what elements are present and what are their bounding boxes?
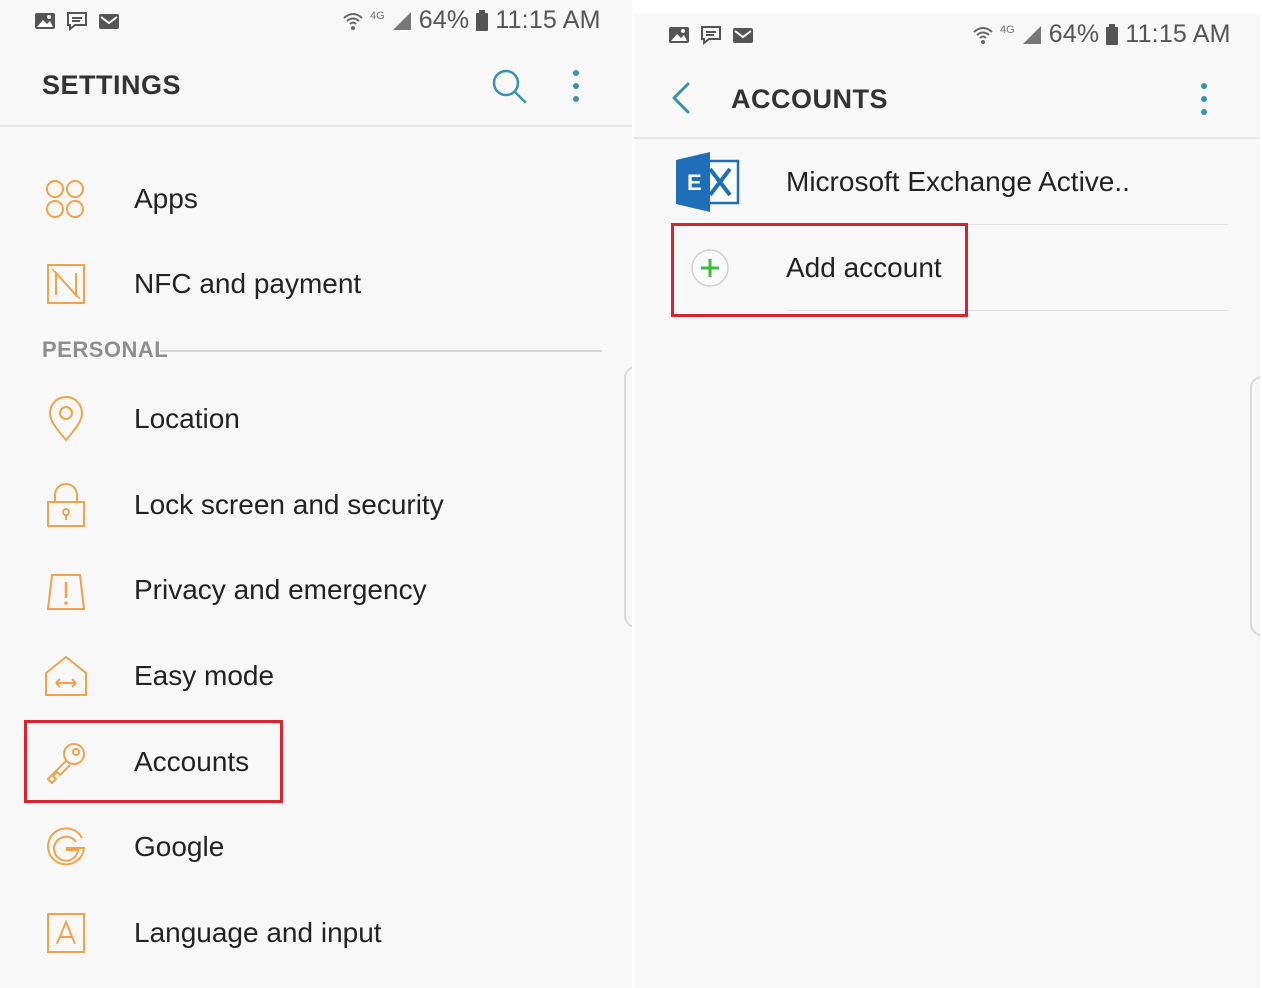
status-bar: 4G 64% 11:15 AM xyxy=(634,14,1260,58)
account-item-exchange[interactable]: E Microsoft Exchange Active.. xyxy=(634,142,1260,226)
back-arrow-icon[interactable] xyxy=(668,81,694,115)
signal-icon xyxy=(1022,25,1041,44)
settings-item-label: Apps xyxy=(134,183,198,214)
battery-icon xyxy=(1106,23,1119,45)
wifi-icon xyxy=(343,12,363,30)
settings-item-label: Google xyxy=(134,831,225,862)
status-bar: 4G 64% 11:15 AM xyxy=(0,0,632,44)
signal-icon xyxy=(392,11,411,30)
language-icon xyxy=(47,913,85,953)
clock: 11:15 AM xyxy=(1125,20,1231,48)
search-icon[interactable] xyxy=(490,66,528,106)
appbar-divider xyxy=(634,137,1260,139)
panel-edge xyxy=(624,366,632,628)
settings-item-google[interactable]: Google xyxy=(0,805,632,891)
section-header-personal: PERSONAL xyxy=(42,337,169,362)
battery-icon xyxy=(476,9,489,31)
gallery-icon xyxy=(35,13,55,29)
settings-item-nfc[interactable]: NFC and payment xyxy=(0,242,632,328)
panel-edge xyxy=(1250,376,1260,636)
accounts-highlight-box xyxy=(24,720,283,803)
exchange-icon: E xyxy=(676,152,740,212)
home-icon xyxy=(45,655,87,696)
nfc-icon xyxy=(47,264,85,304)
wifi-icon xyxy=(973,26,993,44)
page-title: ACCOUNTS xyxy=(731,84,888,114)
settings-item-label: Privacy and emergency xyxy=(134,574,427,605)
settings-screen: 4G 64% 11:15 AM SETTINGS Apps NFC and pa… xyxy=(0,0,632,988)
settings-item-easy-mode[interactable]: Easy mode xyxy=(0,634,632,720)
lock-icon xyxy=(47,483,85,527)
settings-item-language[interactable]: Language and input xyxy=(0,891,632,977)
network-type: 4G xyxy=(1000,23,1015,36)
google-icon xyxy=(47,827,86,866)
account-item-label: Microsoft Exchange Active.. xyxy=(786,166,1130,197)
accounts-screen: 4G 64% 11:15 AM ACCOUNTS E Microsoft Exc… xyxy=(634,14,1260,988)
add-account-highlight-box xyxy=(671,223,968,317)
page-title: SETTINGS xyxy=(42,70,182,100)
email-icon xyxy=(99,14,119,29)
section-divider xyxy=(160,350,602,352)
settings-item-label: Location xyxy=(134,403,240,434)
exchange-icon-letter: E xyxy=(687,170,702,195)
battery-percent: 64% xyxy=(1048,20,1100,48)
settings-item-label: Lock screen and security xyxy=(134,489,444,520)
message-icon xyxy=(67,12,87,32)
settings-item-location[interactable]: Location xyxy=(0,377,632,463)
settings-item-label: Language and input xyxy=(134,917,382,948)
settings-item-privacy[interactable]: Privacy and emergency xyxy=(0,548,632,634)
more-options-icon[interactable] xyxy=(1196,81,1212,117)
settings-item-apps[interactable]: Apps xyxy=(0,157,632,243)
apps-icon xyxy=(46,180,84,218)
email-icon xyxy=(733,28,753,43)
more-options-icon[interactable] xyxy=(568,68,584,104)
message-icon xyxy=(701,26,721,46)
location-icon xyxy=(48,396,84,442)
clock: 11:15 AM xyxy=(495,6,601,34)
battery-percent: 64% xyxy=(418,6,470,34)
warning-icon xyxy=(46,574,86,610)
settings-item-label: NFC and payment xyxy=(134,268,362,299)
gallery-icon xyxy=(669,27,689,43)
settings-item-label: Easy mode xyxy=(134,660,275,691)
network-type: 4G xyxy=(370,9,385,22)
settings-item-lock-screen[interactable]: Lock screen and security xyxy=(0,463,632,549)
appbar-divider xyxy=(0,125,632,127)
